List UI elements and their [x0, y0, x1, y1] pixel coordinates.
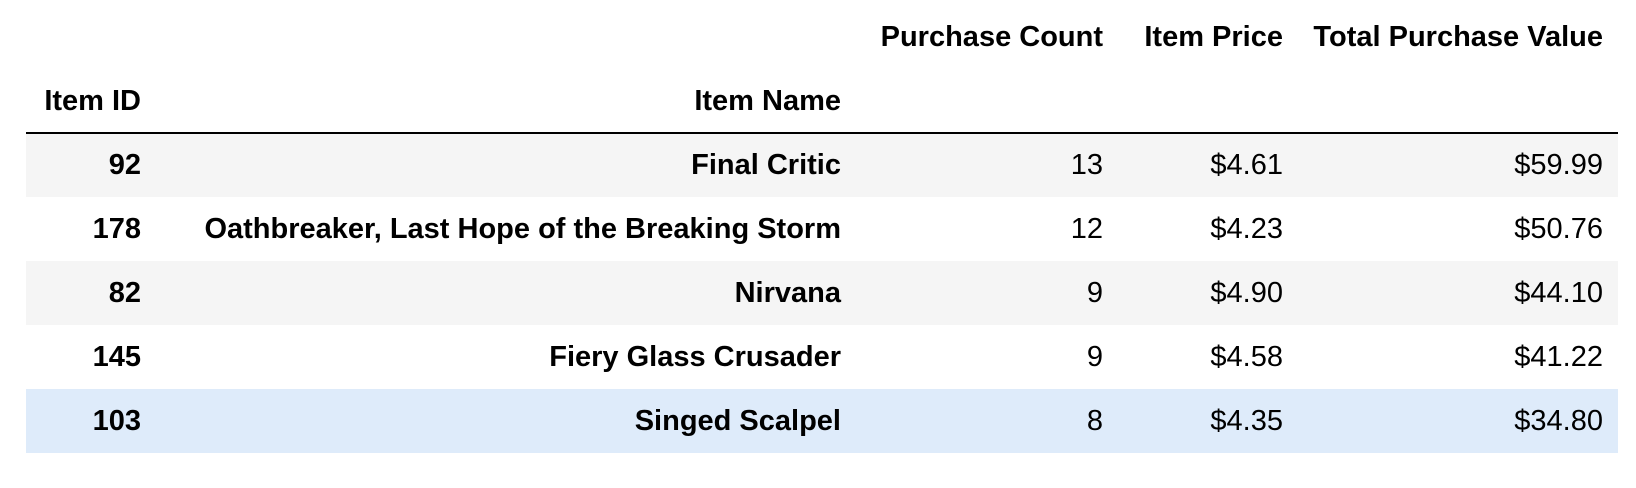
row-item-name: Final Critic: [691, 149, 841, 181]
index-header-blank: [856, 70, 1118, 134]
row-item-id: 145: [92, 340, 141, 373]
column-header-purchase-count: Purchase Count: [880, 20, 1103, 53]
cell-total-purchase-value: $41.22: [1514, 340, 1603, 373]
table-header: Purchase Count Item Price Total Purchase…: [26, 0, 1618, 134]
table-body: 92 Final Critic 13 $4.61 $59.99 178 Oath…: [26, 133, 1618, 453]
column-header-item-price: Item Price: [1144, 20, 1283, 53]
row-item-name: Fiery Glass Crusader: [549, 340, 841, 373]
index-header-blank: [1118, 70, 1298, 134]
cell-item-price: $4.90: [1210, 276, 1283, 309]
cell-total-purchase-value: $44.10: [1514, 276, 1603, 309]
index-header-blank: [1298, 70, 1618, 134]
dataframe-output: Purchase Count Item Price Total Purchase…: [0, 0, 1636, 488]
row-item-id: 92: [108, 149, 141, 181]
cell-purchase-count: 13: [1070, 149, 1103, 181]
cell-item-price: $4.61: [1210, 149, 1283, 181]
cell-total-purchase-value: $34.80: [1514, 404, 1603, 437]
index-header-item-id: Item ID: [26, 70, 156, 134]
row-item-name: Oathbreaker, Last Hope of the Breaking S…: [204, 212, 841, 245]
cell-purchase-count: 12: [1070, 212, 1103, 245]
cell-purchase-count: 9: [1086, 276, 1103, 309]
row-item-id: 178: [92, 212, 141, 245]
table-row-hovered: 103 Singed Scalpel 8 $4.35 $34.80: [26, 389, 1618, 453]
cell-purchase-count: 8: [1086, 404, 1103, 437]
cell-item-price: $4.58: [1210, 340, 1283, 373]
cell-purchase-count: 9: [1086, 340, 1103, 373]
row-item-id: 82: [108, 276, 141, 309]
cell-item-price: $4.23: [1210, 212, 1283, 245]
cell-total-purchase-value: $50.76: [1514, 212, 1603, 245]
row-item-id: 103: [92, 404, 141, 437]
column-header-blank: [156, 0, 856, 70]
cell-total-purchase-value: $59.99: [1514, 149, 1603, 181]
table-row: 145 Fiery Glass Crusader 9 $4.58 $41.22: [26, 325, 1618, 389]
column-header-total-purchase-value: Total Purchase Value: [1313, 20, 1603, 53]
index-header-row: Item ID Item Name: [26, 70, 1618, 134]
dataframe-table: Purchase Count Item Price Total Purchase…: [26, 0, 1618, 453]
table-row: 92 Final Critic 13 $4.61 $59.99: [26, 133, 1618, 197]
table-row: 178 Oathbreaker, Last Hope of the Breaki…: [26, 197, 1618, 261]
row-item-name: Nirvana: [734, 276, 841, 309]
column-header-row: Purchase Count Item Price Total Purchase…: [26, 0, 1618, 70]
index-header-item-name: Item Name: [156, 70, 856, 134]
cell-item-price: $4.35: [1210, 404, 1283, 437]
column-header-blank: [26, 0, 156, 70]
table-row: 82 Nirvana 9 $4.90 $44.10: [26, 261, 1618, 325]
row-item-name: Singed Scalpel: [634, 404, 841, 437]
